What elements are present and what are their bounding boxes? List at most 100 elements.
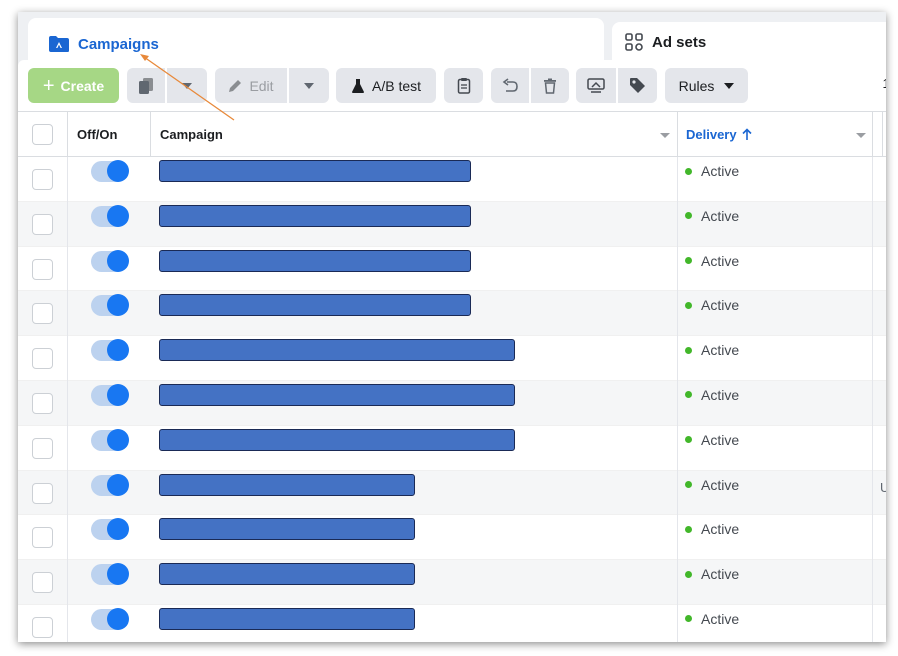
campaign-toggle[interactable] — [91, 383, 129, 406]
tag-button[interactable] — [618, 68, 657, 103]
row-checkbox[interactable] — [32, 527, 53, 549]
rules-button[interactable]: Rules — [665, 68, 748, 103]
campaign-toggle[interactable] — [91, 563, 129, 586]
campaign-toggle[interactable] — [91, 294, 129, 317]
column-header-delivery-label: Delivery — [686, 126, 737, 142]
clipboard-button[interactable] — [444, 68, 483, 103]
chevron-down-icon — [724, 82, 735, 89]
toggle-knob — [107, 473, 129, 496]
table-row[interactable]: Active — [18, 380, 886, 426]
pencil-icon — [229, 80, 242, 92]
campaign-toggle[interactable] — [91, 339, 129, 362]
edit-button[interactable]: Edit — [215, 68, 287, 103]
table-row[interactable]: Active — [18, 291, 886, 337]
status-dot-icon — [685, 570, 692, 578]
table-row[interactable]: Active — [18, 426, 886, 471]
chevron-down-icon — [182, 82, 192, 89]
row-checkbox[interactable] — [32, 482, 53, 504]
table-row[interactable]: Active — [18, 470, 886, 516]
status-dot-icon — [685, 525, 692, 533]
delivery-status: Active — [685, 566, 739, 582]
campaign-name-redacted[interactable] — [159, 607, 415, 630]
status-dot-icon — [685, 257, 692, 265]
campaign-name-redacted[interactable] — [159, 563, 415, 586]
campaign-name-redacted[interactable] — [159, 160, 471, 182]
campaigns-panel: + Create Edit A/B test Rules Off/On Camp… — [18, 60, 886, 642]
export-button[interactable] — [576, 68, 616, 103]
campaign-toggle[interactable] — [91, 473, 129, 496]
delivery-status: Active — [685, 253, 739, 269]
duplicate-icon — [139, 77, 153, 94]
campaign-toggle[interactable] — [91, 607, 129, 630]
table-row[interactable]: Active — [18, 515, 886, 561]
row-checkbox[interactable] — [32, 616, 53, 638]
row-checkbox[interactable] — [32, 169, 53, 190]
table-row[interactable]: Active — [18, 247, 886, 292]
pagination-range: 1- — [882, 76, 886, 91]
abtest-button[interactable]: A/B test — [336, 68, 436, 103]
toggle-knob — [107, 383, 129, 406]
row-checkbox[interactable] — [32, 258, 53, 280]
campaign-toggle[interactable] — [91, 428, 129, 451]
status-dot-icon — [685, 167, 692, 175]
toggle-knob — [107, 428, 129, 451]
campaign-toggle[interactable] — [91, 518, 129, 541]
edit-dropdown-button[interactable] — [289, 68, 329, 103]
table-row[interactable]: Active — [18, 157, 886, 202]
create-button[interactable]: + Create — [28, 68, 119, 103]
row-checkbox[interactable] — [32, 437, 53, 459]
delete-button[interactable] — [531, 68, 569, 103]
row-checkbox[interactable] — [32, 303, 53, 325]
rules-button-label: Rules — [678, 77, 715, 94]
undo-button[interactable] — [491, 68, 529, 103]
flask-icon — [351, 78, 364, 93]
row-checkbox[interactable] — [32, 213, 53, 235]
table-row[interactable]: Active — [18, 201, 886, 247]
row-checkbox[interactable] — [32, 392, 53, 414]
sort-caret-icon[interactable] — [856, 133, 866, 138]
chevron-down-icon — [304, 82, 314, 89]
trash-icon — [544, 78, 556, 94]
delivery-status-label: Active — [701, 476, 740, 493]
delivery-status: Active — [685, 387, 739, 403]
campaign-toggle[interactable] — [91, 249, 129, 272]
delivery-status-label: Active — [701, 431, 740, 448]
row-checkbox[interactable] — [32, 572, 53, 594]
select-all-checkbox[interactable] — [32, 124, 53, 145]
campaign-name-redacted[interactable] — [159, 249, 471, 272]
duplicate-button[interactable] — [127, 68, 165, 103]
campaign-name-redacted[interactable] — [159, 518, 415, 541]
campaign-name-redacted[interactable] — [159, 204, 471, 227]
table-row[interactable]: Active — [18, 605, 886, 642]
tab-campaigns-label: Campaigns — [78, 35, 159, 53]
campaign-name-redacted[interactable] — [159, 473, 415, 496]
tab-adsets[interactable]: Ad sets — [612, 22, 886, 62]
sort-caret-icon[interactable] — [660, 133, 670, 138]
toggle-knob — [107, 607, 129, 630]
campaign-name-redacted[interactable] — [159, 294, 471, 317]
folder-icon — [49, 36, 69, 52]
table-row[interactable]: Active — [18, 560, 886, 605]
delivery-status-label: Active — [701, 252, 740, 269]
campaign-toggle[interactable] — [91, 204, 129, 227]
campaign-name-redacted[interactable] — [159, 428, 515, 451]
delivery-status-label: Active — [701, 342, 740, 359]
column-header-campaign[interactable]: Campaign — [160, 112, 223, 156]
status-dot-icon — [685, 301, 692, 309]
delivery-status: Active — [685, 432, 739, 448]
table-row[interactable]: Active — [18, 336, 886, 381]
delivery-status: Active — [685, 208, 739, 224]
column-header-delivery[interactable]: Delivery — [686, 112, 752, 156]
toggle-knob — [107, 563, 129, 586]
status-dot-icon — [685, 212, 692, 220]
toggle-knob — [107, 518, 129, 541]
campaign-toggle[interactable] — [91, 160, 129, 182]
duplicate-dropdown-button[interactable] — [167, 68, 207, 103]
clipboard-icon — [457, 78, 470, 94]
create-button-label: Create — [60, 77, 105, 94]
status-dot-icon — [685, 436, 692, 444]
row-checkbox[interactable] — [32, 348, 53, 370]
toggle-knob — [107, 294, 129, 317]
campaign-name-redacted[interactable] — [159, 383, 515, 406]
campaign-name-redacted[interactable] — [159, 339, 515, 362]
